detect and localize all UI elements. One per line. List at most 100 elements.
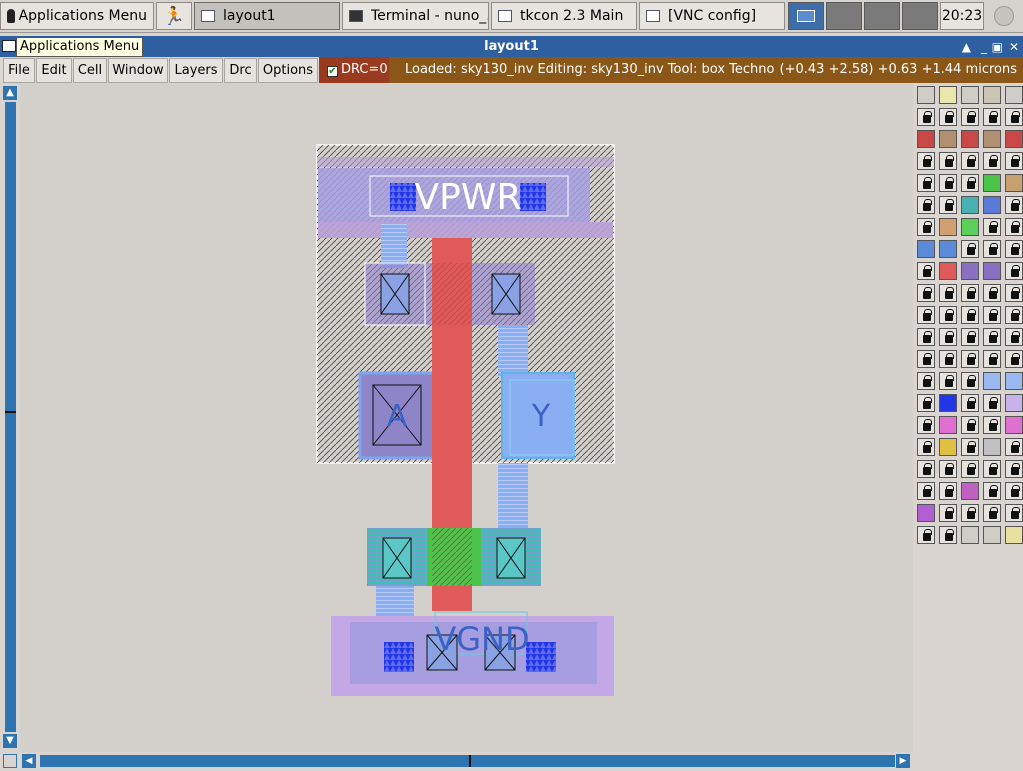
locked-layer-swatch[interactable] (961, 152, 979, 170)
layer-swatch[interactable] (961, 262, 979, 280)
layer-swatch[interactable] (961, 130, 979, 148)
locked-layer-swatch[interactable] (961, 284, 979, 302)
locked-layer-swatch[interactable] (961, 438, 979, 456)
locked-layer-swatch[interactable] (1005, 152, 1023, 170)
locked-layer-swatch[interactable] (917, 350, 935, 368)
layer-swatch[interactable] (961, 218, 979, 236)
locked-layer-swatch[interactable] (983, 152, 1001, 170)
locked-layer-swatch[interactable] (983, 460, 1001, 478)
layer-swatch[interactable] (961, 526, 979, 544)
layer-swatch[interactable] (1005, 174, 1023, 192)
layer-swatch[interactable] (983, 86, 1001, 104)
locked-layer-swatch[interactable] (1005, 460, 1023, 478)
locked-layer-swatch[interactable] (961, 240, 979, 258)
task-layout1[interactable]: layout1 (194, 2, 340, 30)
locked-layer-swatch[interactable] (983, 350, 1001, 368)
vgnd-contact-1[interactable] (384, 642, 414, 672)
scroll-down-icon[interactable]: ▼ (3, 734, 17, 748)
locked-layer-swatch[interactable] (983, 284, 1001, 302)
locked-layer-swatch[interactable] (939, 350, 957, 368)
locked-layer-swatch[interactable] (917, 438, 935, 456)
locked-layer-swatch[interactable] (939, 482, 957, 500)
locked-layer-swatch[interactable] (983, 394, 1001, 412)
layer-swatch[interactable] (983, 130, 1001, 148)
minimize-icon[interactable]: _ (981, 37, 987, 58)
scroll-corner-icon[interactable] (3, 754, 17, 768)
scroll-left-icon[interactable]: ◀ (22, 754, 36, 768)
locked-layer-swatch[interactable] (961, 394, 979, 412)
vgnd-contact-4[interactable] (526, 642, 556, 672)
layer-swatch[interactable] (939, 86, 957, 104)
layout-canvas[interactable]: VPWR A Y VGND (20, 84, 913, 752)
locked-layer-swatch[interactable] (961, 174, 979, 192)
layer-swatch[interactable] (939, 438, 957, 456)
menu-layers[interactable]: Layers (169, 58, 223, 83)
layer-swatch[interactable] (939, 416, 957, 434)
locked-layer-swatch[interactable] (939, 152, 957, 170)
locked-layer-swatch[interactable] (983, 482, 1001, 500)
menu-edit[interactable]: Edit (36, 58, 72, 83)
locked-layer-swatch[interactable] (939, 328, 957, 346)
locked-layer-swatch[interactable] (961, 372, 979, 390)
layer-swatch[interactable] (939, 240, 957, 258)
scroll-up-icon[interactable]: ▲ (3, 86, 17, 100)
locked-layer-swatch[interactable] (983, 328, 1001, 346)
layer-swatch[interactable] (939, 262, 957, 280)
menu-options[interactable]: Options (258, 58, 318, 83)
locked-layer-swatch[interactable] (1005, 218, 1023, 236)
locked-layer-swatch[interactable] (917, 394, 935, 412)
layer-swatch[interactable] (961, 196, 979, 214)
locked-layer-swatch[interactable] (917, 218, 935, 236)
locked-layer-swatch[interactable] (917, 526, 935, 544)
locked-layer-swatch[interactable] (939, 306, 957, 324)
locked-layer-swatch[interactable] (917, 372, 935, 390)
locked-layer-swatch[interactable] (917, 174, 935, 192)
layer-swatch[interactable] (917, 240, 935, 258)
task-vnc-config[interactable]: [VNC config] (639, 2, 785, 30)
layer-swatch[interactable] (939, 394, 957, 412)
locked-layer-swatch[interactable] (917, 262, 935, 280)
layout-svg[interactable]: VPWR A Y VGND (20, 84, 913, 752)
li-strap-y-down[interactable] (498, 463, 528, 529)
locked-layer-swatch[interactable] (961, 350, 979, 368)
workspace-4[interactable] (902, 2, 938, 30)
layer-swatch[interactable] (983, 438, 1001, 456)
locked-layer-swatch[interactable] (917, 328, 935, 346)
locked-layer-swatch[interactable] (917, 482, 935, 500)
window-up-icon[interactable]: ▲ (962, 37, 971, 58)
locked-layer-swatch[interactable] (961, 460, 979, 478)
locked-layer-swatch[interactable] (939, 526, 957, 544)
workspace-3[interactable] (864, 2, 900, 30)
locked-layer-swatch[interactable] (961, 306, 979, 324)
locked-layer-swatch[interactable] (939, 460, 957, 478)
locked-layer-swatch[interactable] (983, 306, 1001, 324)
layer-swatch[interactable] (983, 196, 1001, 214)
vertical-scrollbar[interactable]: ▲ ▼ (0, 84, 20, 752)
locked-layer-swatch[interactable] (939, 196, 957, 214)
layer-swatch[interactable] (1005, 416, 1023, 434)
layer-swatch[interactable] (1005, 86, 1023, 104)
locked-layer-swatch[interactable] (1005, 262, 1023, 280)
menu-cell[interactable]: Cell (73, 58, 107, 83)
locked-layer-swatch[interactable] (1005, 438, 1023, 456)
locked-layer-swatch[interactable] (1005, 482, 1023, 500)
locked-layer-swatch[interactable] (983, 218, 1001, 236)
layer-swatch[interactable] (1005, 130, 1023, 148)
layer-swatch[interactable] (917, 130, 935, 148)
locked-layer-swatch[interactable] (983, 504, 1001, 522)
menu-file[interactable]: File (3, 58, 35, 83)
layer-swatch[interactable] (983, 174, 1001, 192)
layer-swatch[interactable] (917, 504, 935, 522)
locked-layer-swatch[interactable] (1005, 240, 1023, 258)
layer-swatch[interactable] (983, 526, 1001, 544)
li-strap-vpwr[interactable] (381, 223, 407, 268)
vpwr-contact-left[interactable] (390, 183, 416, 211)
vertical-scroll-thumb[interactable] (5, 102, 16, 732)
layer-swatch[interactable] (1005, 526, 1023, 544)
li-strap-y[interactable] (498, 325, 528, 377)
locked-layer-swatch[interactable] (983, 108, 1001, 126)
locked-layer-swatch[interactable] (1005, 350, 1023, 368)
layer-swatch[interactable] (1005, 394, 1023, 412)
menu-window[interactable]: Window (108, 58, 168, 83)
layer-swatch[interactable] (1005, 372, 1023, 390)
